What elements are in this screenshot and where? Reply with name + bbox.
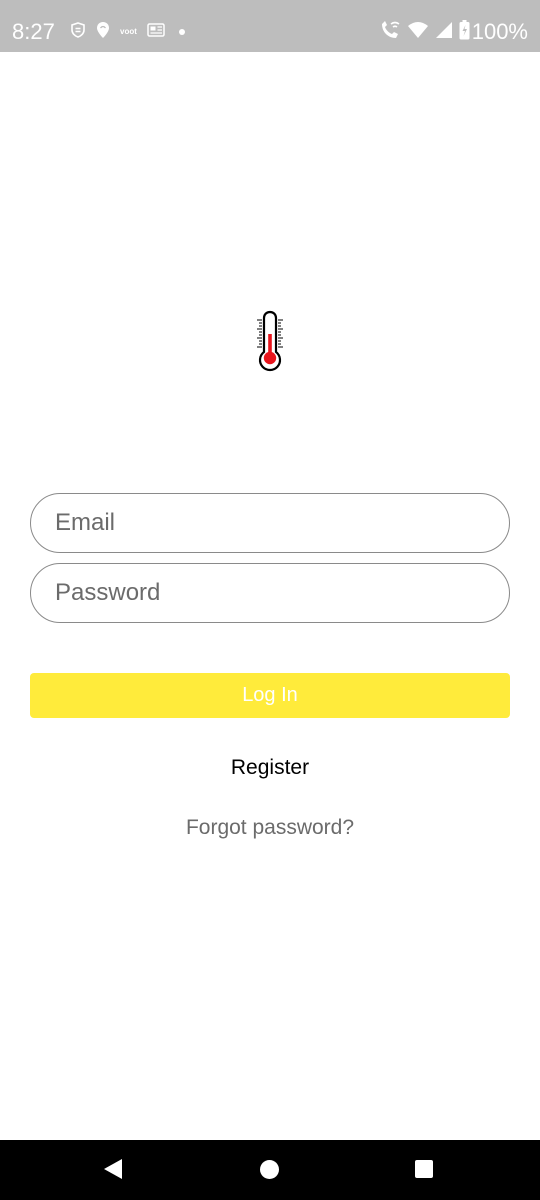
wifi-icon <box>407 21 429 44</box>
shield-s-icon <box>70 21 86 43</box>
status-time: 8:27 <box>12 19 55 44</box>
dot-icon <box>178 29 185 35</box>
notification-icons: voot <box>70 20 195 44</box>
login-button[interactable]: Log In <box>30 673 510 718</box>
wifi-call-icon <box>379 20 401 45</box>
battery-icon <box>459 19 470 45</box>
back-icon[interactable] <box>104 1159 122 1179</box>
recents-icon[interactable] <box>415 1160 433 1178</box>
system-icons: 100% <box>373 18 528 46</box>
news-icon <box>147 22 165 42</box>
password-field[interactable] <box>30 563 510 623</box>
email-field[interactable] <box>30 493 510 553</box>
voot-icon: voot <box>120 27 137 36</box>
navigation-bar <box>0 1140 540 1200</box>
status-bar: 8:27 voot 100% <box>0 0 540 52</box>
home-icon[interactable] <box>260 1160 279 1179</box>
signal-icon <box>435 21 453 44</box>
register-link[interactable]: Register <box>0 754 540 782</box>
forgot-password-link[interactable]: Forgot password? <box>0 814 540 842</box>
location-pin-icon <box>96 21 110 44</box>
thermometer-icon <box>252 310 288 374</box>
battery-percent: 100% <box>471 19 528 44</box>
